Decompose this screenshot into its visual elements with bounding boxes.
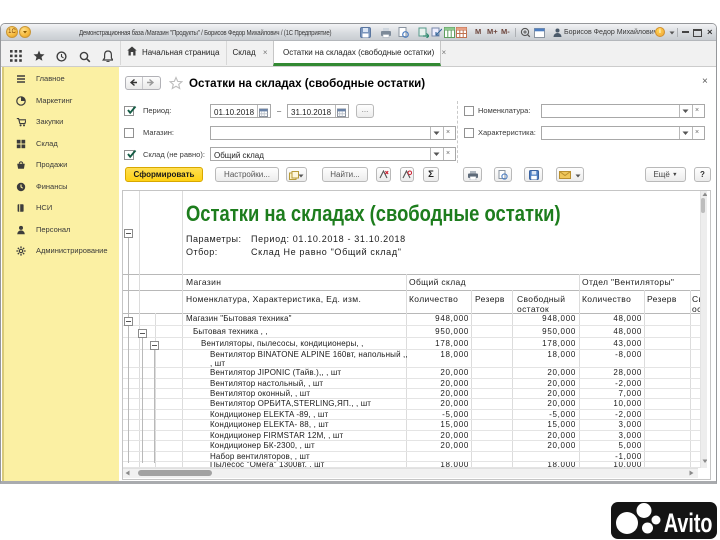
svg-text:Avito: Avito [664,509,713,539]
